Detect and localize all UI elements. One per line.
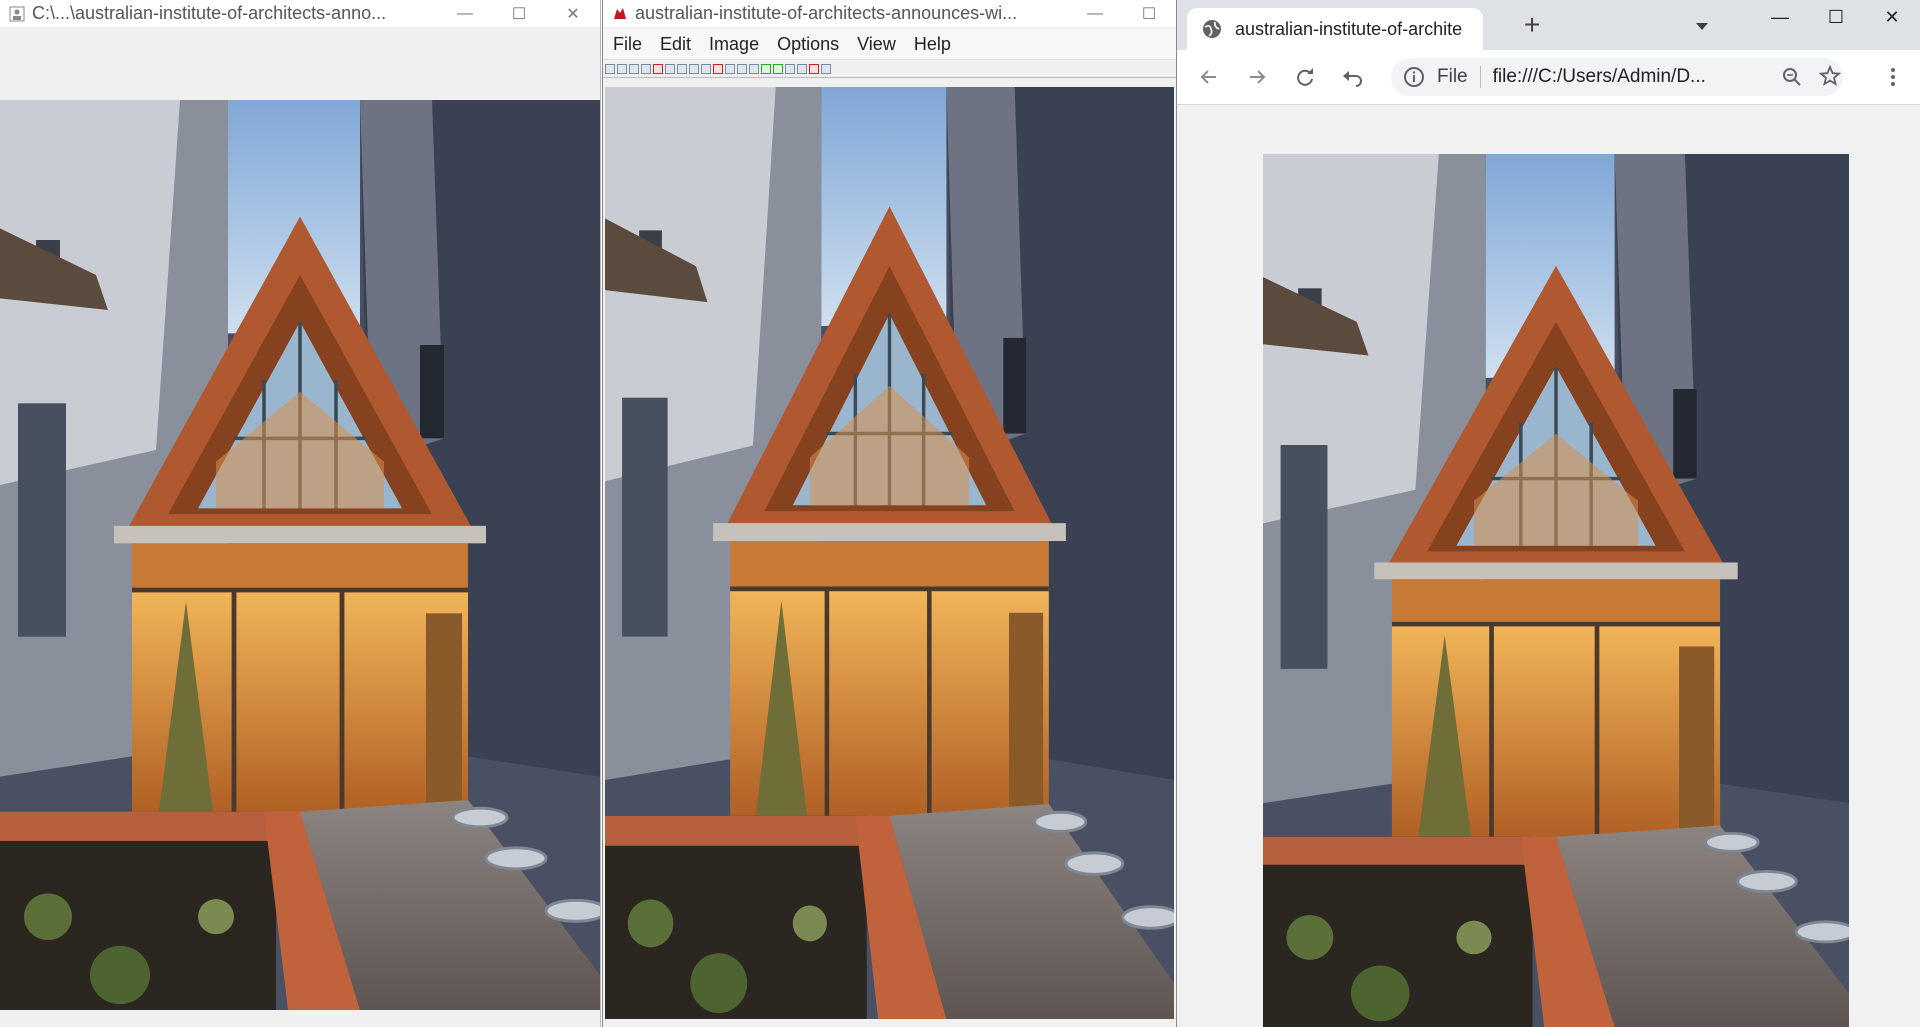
tab-search-chevron-icon[interactable] bbox=[1690, 14, 1714, 38]
zoom-in-icon[interactable] bbox=[737, 63, 747, 74]
irfanview-window: australian-institute-of-architects-annou… bbox=[602, 0, 1177, 1027]
bookmark-star-icon[interactable] bbox=[1818, 64, 1842, 87]
maximize-button[interactable]: ☐ bbox=[492, 0, 546, 27]
zoom-out-icon[interactable] bbox=[749, 63, 759, 74]
minimize-button[interactable]: — bbox=[1068, 0, 1122, 27]
paste-icon[interactable] bbox=[689, 63, 699, 74]
zoom-magnifier-icon[interactable] bbox=[1781, 66, 1803, 88]
effects-icon[interactable] bbox=[797, 63, 807, 74]
stop-icon[interactable] bbox=[713, 63, 723, 74]
menu-help[interactable]: Help bbox=[914, 34, 951, 55]
irfanview-titlebar[interactable]: australian-institute-of-architects-annou… bbox=[603, 0, 1176, 27]
browser-tab[interactable]: australian-institute-of-archite bbox=[1187, 8, 1483, 50]
menu-kebab-icon[interactable] bbox=[1889, 66, 1897, 88]
omnibox-divider bbox=[1479, 66, 1481, 88]
menu-options[interactable]: Options bbox=[777, 34, 839, 55]
close-button[interactable]: ✕ bbox=[546, 0, 600, 27]
minimize-button[interactable]: — bbox=[438, 0, 492, 27]
image-viewer-icon bbox=[8, 5, 26, 23]
close-button[interactable]: ✕ bbox=[1864, 0, 1920, 34]
copy-icon[interactable] bbox=[677, 63, 687, 74]
menu-bar: File Edit Image Options View Help bbox=[603, 29, 1176, 59]
menu-edit[interactable]: Edit bbox=[660, 34, 691, 55]
undo-arrow-icon[interactable] bbox=[1339, 63, 1367, 91]
previous-icon[interactable] bbox=[761, 63, 771, 74]
zoom-dropdown-icon[interactable] bbox=[725, 63, 735, 74]
cut-icon[interactable] bbox=[665, 63, 675, 74]
info-icon[interactable] bbox=[785, 63, 795, 74]
maximize-button[interactable]: ☐ bbox=[1122, 0, 1176, 27]
maximize-button[interactable]: ☐ bbox=[1808, 0, 1864, 34]
undo-icon[interactable] bbox=[701, 63, 711, 74]
back-arrow-icon[interactable] bbox=[1195, 63, 1223, 91]
displayed-photo bbox=[0, 100, 600, 1010]
tab-strip: australian-institute-of-archite + — ☐ ✕ bbox=[1177, 0, 1920, 50]
minimize-button[interactable]: — bbox=[1752, 0, 1808, 34]
toolbar bbox=[603, 59, 1176, 78]
reload-icon[interactable] bbox=[1291, 63, 1319, 91]
address-bar[interactable]: File file:///C:/Users/Admin/D... bbox=[1391, 58, 1843, 96]
open-icon[interactable] bbox=[605, 63, 615, 74]
save-icon[interactable] bbox=[629, 63, 639, 74]
print-icon[interactable] bbox=[641, 63, 651, 74]
irfanview-cat-icon bbox=[611, 5, 629, 23]
next-icon[interactable] bbox=[773, 63, 783, 74]
menu-file[interactable]: File bbox=[613, 34, 642, 55]
settings-icon[interactable] bbox=[821, 63, 831, 74]
paint-icon[interactable] bbox=[809, 63, 819, 74]
new-tab-button[interactable]: + bbox=[1517, 9, 1547, 40]
image-viewer-window: C:\...\australian-institute-of-architect… bbox=[0, 0, 601, 1027]
window-title: C:\...\australian-institute-of-architect… bbox=[32, 3, 387, 23]
scheme-label: File bbox=[1437, 66, 1468, 87]
forward-arrow-icon[interactable] bbox=[1243, 63, 1271, 91]
menu-view[interactable]: View bbox=[857, 34, 896, 55]
url-text[interactable]: file:///C:/Users/Admin/D... bbox=[1493, 66, 1753, 88]
slideshow-icon[interactable] bbox=[617, 63, 627, 74]
globe-icon bbox=[1201, 18, 1223, 40]
menu-image[interactable]: Image bbox=[709, 34, 759, 55]
displayed-photo bbox=[605, 87, 1174, 1019]
info-icon[interactable] bbox=[1403, 66, 1425, 88]
tab-title: australian-institute-of-archite bbox=[1235, 18, 1463, 39]
toolbar: File file:///C:/Users/Admin/D... bbox=[1177, 50, 1920, 105]
window-title: australian-institute-of-architects-annou… bbox=[635, 3, 1018, 23]
chrome-window: australian-institute-of-archite + — ☐ ✕ bbox=[1177, 0, 1920, 1027]
delete-icon[interactable] bbox=[653, 63, 663, 74]
displayed-photo bbox=[1263, 154, 1849, 1027]
viewer-titlebar[interactable]: C:\...\australian-institute-of-architect… bbox=[0, 0, 600, 27]
